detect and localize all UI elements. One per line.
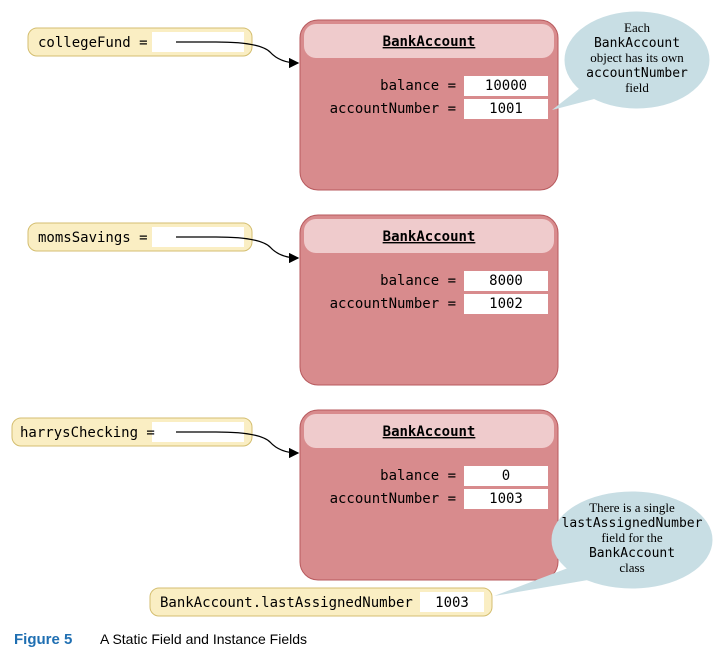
- static-field-value: 1003: [435, 595, 469, 611]
- balance-label: balance =: [380, 468, 456, 484]
- object-class-name: BankAccount: [383, 424, 476, 440]
- account-value: 1002: [489, 296, 523, 312]
- svg-text:accountNumber: accountNumber: [586, 66, 688, 81]
- account-label: accountNumber =: [330, 101, 456, 117]
- svg-text:lastAssignedNumber: lastAssignedNumber: [562, 516, 703, 531]
- object-class-name: BankAccount: [383, 34, 476, 50]
- svg-text:BankAccount: BankAccount: [589, 546, 675, 561]
- static-field-label: BankAccount.lastAssignedNumber =: [160, 595, 430, 611]
- balance-value: 10000: [485, 78, 527, 94]
- account-value: 1003: [489, 491, 523, 507]
- account-value: 1001: [489, 101, 523, 117]
- svg-text:Each: Each: [624, 20, 650, 35]
- var-name: collegeFund =: [38, 35, 148, 51]
- account-label: accountNumber =: [330, 491, 456, 507]
- svg-text:field: field: [625, 80, 649, 95]
- balance-label: balance =: [380, 273, 456, 289]
- figure-number: Figure 5: [14, 631, 72, 648]
- svg-text:class: class: [619, 560, 644, 575]
- balance-label: balance =: [380, 78, 456, 94]
- svg-text:There is a single: There is a single: [589, 500, 675, 515]
- figure-caption: A Static Field and Instance Fields: [100, 631, 307, 647]
- svg-text:field for the: field for the: [601, 530, 663, 545]
- var-name: momsSavings =: [38, 230, 148, 246]
- svg-text:object has its own: object has its own: [590, 50, 684, 65]
- var-name: harrysChecking =: [20, 425, 155, 441]
- balance-value: 0: [502, 468, 510, 484]
- object-class-name: BankAccount: [383, 229, 476, 245]
- account-label: accountNumber =: [330, 296, 456, 312]
- callout-instance-field: Each BankAccount object has its own acco…: [552, 12, 709, 110]
- svg-text:BankAccount: BankAccount: [594, 36, 680, 51]
- balance-value: 8000: [489, 273, 523, 289]
